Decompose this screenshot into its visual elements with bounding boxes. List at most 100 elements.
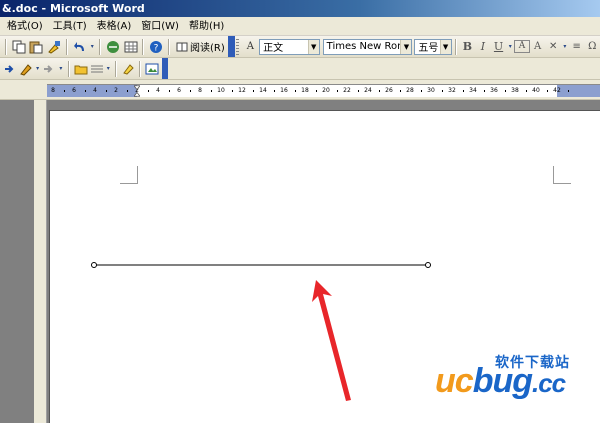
toolbar-separator [454,38,457,55]
ruler-tick-label: 26 [385,87,393,94]
underline-icon[interactable]: U [491,40,507,53]
help-icon[interactable]: ? [148,39,164,55]
style-select[interactable]: 正文 ▼ [259,38,320,55]
ruler-tick-label: 6 [72,87,76,94]
horizontal-ruler[interactable]: 8 6 4 2 2 4 6 8 10 12 14 16 18 20 22 24 26 28 30 32 34 36 38 40… [47,84,600,97]
chevron-down-icon[interactable]: ▾ [562,39,568,55]
ruler-tick [294,90,296,92]
chevron-down-icon[interactable]: ▾ [58,61,63,77]
indent-marker[interactable] [134,84,140,98]
font-size-select-value: 五号 [418,43,439,54]
ruler-tick [525,90,527,92]
arrow-tool-icon[interactable] [3,61,17,77]
line-style-icon[interactable] [90,61,104,77]
ruler-tick-label: 6 [177,87,181,94]
watermark-cc: .cc [532,368,566,398]
ruler-tick [420,90,422,92]
bold-icon[interactable]: B [460,40,476,53]
ruler-tick-label: 8 [51,87,55,94]
chevron-down-icon[interactable]: ▾ [35,61,40,77]
font-color-icon[interactable]: A [530,41,546,52]
ruler-tick [210,90,212,92]
ruler-tick-label: 34 [469,87,477,94]
menu-window[interactable]: 窗口(W) [136,17,184,36]
toolbar-separator [138,60,141,77]
ruler-tick [168,90,170,92]
ruler-tick [84,90,86,92]
window-title: &.doc - Microsoft Word [0,0,600,17]
toolbar-separator [65,38,68,55]
ruler-tick [462,90,464,92]
ruler-tick-label: 30 [427,87,435,94]
ruler-tick [441,90,443,92]
toolbar-options-grip[interactable] [227,36,235,57]
watermark-logo: ucbug.cc [435,362,566,401]
chevron-down-icon[interactable]: ▼ [400,39,412,54]
font-size-select[interactable]: 五号 ▼ [414,38,452,55]
toolbar-separator [67,60,70,77]
ruler-right-margin [557,85,600,97]
toolbar-separator [114,60,117,77]
toolbar-empty-area [168,58,600,80]
table-icon[interactable] [123,39,139,55]
char-scale-icon[interactable]: ✕ [545,41,561,52]
standard-formatting-toolbar: ▾ ? 阅读(R) A 正文 ▼ Times New Roman ▼ 五号 ▼ … [0,36,600,58]
font-select[interactable]: Times New Roman ▼ [322,38,413,55]
ruler-tick [336,90,338,92]
ruler-tick-label: 10 [217,87,225,94]
menu-help[interactable]: 帮助(H) [184,17,229,36]
line-handle-start[interactable] [91,262,97,268]
picture-icon[interactable] [145,61,159,77]
ruler-tick [147,90,149,92]
menu-format[interactable]: 格式(O) [2,17,48,36]
watermark-uc: uc [435,362,474,400]
read-button[interactable]: 阅读(R) [173,38,228,56]
toolbar-grip[interactable] [235,38,239,55]
toolbar-separator [168,38,170,55]
undo-dropdown-icon[interactable]: ▾ [89,39,95,55]
ruler-tick-label: 12 [238,87,246,94]
menu-bar: 格式(O) 工具(T) 表格(A) 窗口(W) 帮助(H) [0,17,600,36]
ruler-tick-label: 32 [448,87,456,94]
toolbar-separator [142,38,145,55]
toolbar-separator [5,38,7,55]
style-select-value: 正文 [263,43,284,54]
drawing-toolbar: ▾ ▾ ▾ [0,58,168,80]
page-corner-mark-left [120,166,138,184]
copy-icon[interactable] [11,39,27,55]
styles-icon[interactable]: A [243,39,259,55]
menu-table[interactable]: 表格(A) [92,17,137,36]
line-handle-end[interactable] [425,262,431,268]
undo-icon[interactable] [72,39,88,55]
toolbar-separator [99,38,102,55]
ruler-tick [399,90,401,92]
ruler-tick [315,90,317,92]
hyperlink-icon[interactable] [105,39,121,55]
chevron-down-icon[interactable]: ▾ [507,39,513,55]
menu-tools[interactable]: 工具(T) [48,17,92,36]
shapes-icon[interactable] [42,61,56,77]
chevron-down-icon[interactable]: ▼ [439,39,451,54]
ruler-tick-label: 20 [322,87,330,94]
ruler-tick-label: 16 [280,87,288,94]
chevron-down-icon[interactable]: ▼ [307,39,319,54]
ruler-tick [546,90,548,92]
enclose-icon[interactable]: Ω [584,41,600,52]
format-painter-icon[interactable] [46,39,62,55]
ruler-tick-label: 2 [114,87,118,94]
read-button-label: 阅读(R) [190,43,225,54]
phonetic-icon[interactable]: ≡ [569,41,585,52]
ruler-tick [252,90,254,92]
char-border-icon[interactable]: A [514,40,530,53]
vertical-ruler[interactable] [34,100,47,423]
highlight-icon[interactable] [121,61,135,77]
book-icon [176,42,188,51]
italic-icon[interactable]: I [475,40,491,53]
folder-icon[interactable] [74,61,88,77]
paste-icon[interactable] [29,39,45,55]
chevron-down-icon[interactable]: ▾ [106,61,111,77]
ruler-tick-label: 36 [490,87,498,94]
ruler-tick [231,90,233,92]
ruler-tick-label: 40 [532,87,540,94]
draw-icon[interactable] [19,61,33,77]
